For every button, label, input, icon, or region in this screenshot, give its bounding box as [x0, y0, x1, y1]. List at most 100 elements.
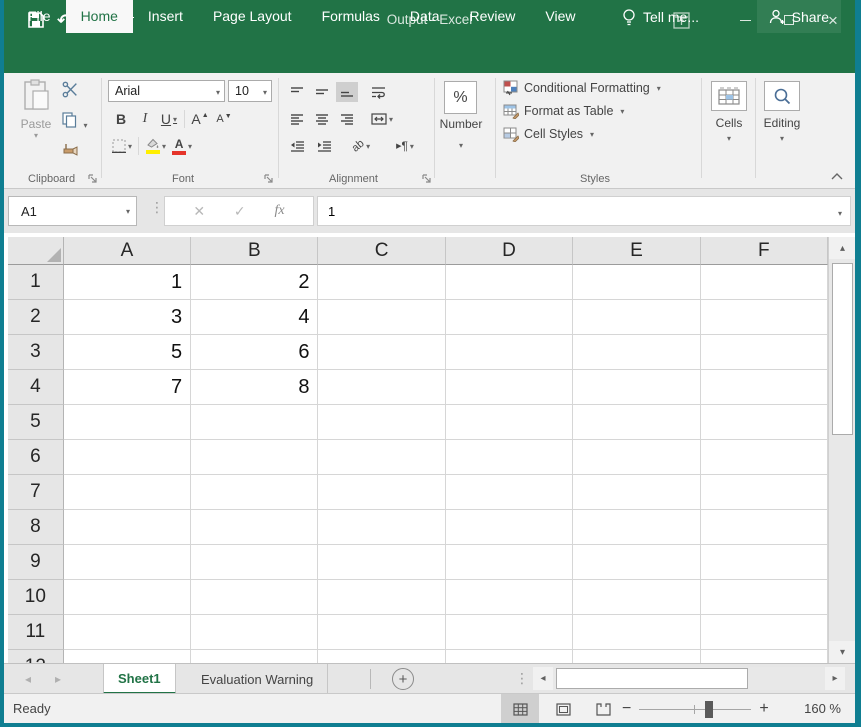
orientation-button[interactable]: ab [344, 136, 378, 156]
cell-E9[interactable] [573, 545, 700, 580]
cell-B3[interactable]: 6 [191, 335, 318, 370]
expand-formula-bar-button[interactable]: ▾ [838, 209, 842, 218]
cell-styles-button[interactable]: Cell Styles [503, 126, 661, 142]
percent-style-button[interactable]: % [444, 81, 477, 114]
font-size-combo[interactable]: 10 [228, 80, 272, 102]
cell-E12[interactable] [573, 650, 700, 663]
cell-F11[interactable] [701, 615, 828, 650]
column-header-E[interactable]: E [573, 237, 700, 265]
cell-D12[interactable] [446, 650, 573, 663]
italic-button[interactable]: I [136, 109, 154, 129]
decrease-indent-button[interactable] [286, 136, 308, 156]
tab-insert[interactable]: Insert [133, 0, 198, 33]
cell-A5[interactable] [64, 405, 191, 440]
tab-formulas[interactable]: Formulas [307, 0, 395, 33]
cell-C10[interactable] [318, 580, 445, 615]
scroll-right-button[interactable]: ▸ [825, 667, 845, 690]
page-break-preview-button[interactable] [587, 694, 619, 723]
cell-E5[interactable] [573, 405, 700, 440]
cell-E7[interactable] [573, 475, 700, 510]
cell-C9[interactable] [318, 545, 445, 580]
alignment-dialog-launcher[interactable] [422, 174, 432, 184]
cell-D7[interactable] [446, 475, 573, 510]
enter-button[interactable]: ✓ [234, 203, 246, 220]
row-header-6[interactable]: 6 [8, 440, 64, 475]
column-header-A[interactable]: A [64, 237, 191, 265]
cell-C12[interactable] [318, 650, 445, 663]
cell-A6[interactable] [64, 440, 191, 475]
cell-F3[interactable] [701, 335, 828, 370]
cell-E2[interactable] [573, 300, 700, 335]
cell-A1[interactable]: 1 [64, 265, 191, 300]
cell-B6[interactable] [191, 440, 318, 475]
bold-button[interactable]: B [112, 109, 130, 129]
cell-D4[interactable] [446, 370, 573, 405]
cell-D8[interactable] [446, 510, 573, 545]
cell-F1[interactable] [701, 265, 828, 300]
font-dialog-launcher[interactable] [264, 174, 274, 184]
row-header-10[interactable]: 10 [8, 580, 64, 615]
grip-dots[interactable]: ⋮ [150, 199, 162, 216]
cell-C5[interactable] [318, 405, 445, 440]
cell-E1[interactable] [573, 265, 700, 300]
copy-button[interactable] [62, 112, 87, 133]
row-header-12[interactable]: 12 [8, 650, 64, 663]
insert-function-button[interactable]: fx [274, 203, 284, 219]
tab-data[interactable]: Data [395, 0, 455, 33]
align-center-button[interactable] [311, 109, 333, 129]
cell-D6[interactable] [446, 440, 573, 475]
collapse-ribbon-button[interactable] [831, 172, 843, 180]
cell-D11[interactable] [446, 615, 573, 650]
name-box[interactable]: A1 ▾ [8, 196, 137, 226]
fill-color-button[interactable] [145, 136, 166, 156]
row-header-1[interactable]: 1 [8, 265, 64, 300]
cell-B10[interactable] [191, 580, 318, 615]
cell-F5[interactable] [701, 405, 828, 440]
paste-button[interactable]: Paste ▾ [14, 79, 58, 175]
scroll-up-button[interactable]: ▴ [829, 237, 855, 259]
zoom-level[interactable]: 160 % [804, 694, 841, 723]
new-sheet-button[interactable] [392, 668, 414, 690]
wrap-text-button[interactable] [367, 82, 389, 102]
cell-A2[interactable]: 3 [64, 300, 191, 335]
scroll-left-button[interactable]: ◂ [533, 667, 553, 690]
cell-E3[interactable] [573, 335, 700, 370]
cell-F2[interactable] [701, 300, 828, 335]
cut-button[interactable] [62, 81, 87, 103]
cell-B8[interactable] [191, 510, 318, 545]
increase-indent-button[interactable] [313, 136, 335, 156]
tab-file[interactable]: File [13, 0, 66, 33]
cell-B2[interactable]: 4 [191, 300, 318, 335]
vertical-scrollbar[interactable]: ▴ ▾ [828, 237, 855, 663]
cell-E6[interactable] [573, 440, 700, 475]
row-header-8[interactable]: 8 [8, 510, 64, 545]
row-header-11[interactable]: 11 [8, 615, 64, 650]
column-header-C[interactable]: C [318, 237, 445, 265]
cell-F7[interactable] [701, 475, 828, 510]
cell-F12[interactable] [701, 650, 828, 663]
cell-A11[interactable] [64, 615, 191, 650]
cell-B12[interactable] [191, 650, 318, 663]
middle-align-button[interactable] [311, 82, 333, 102]
row-header-4[interactable]: 4 [8, 370, 64, 405]
align-left-button[interactable] [286, 109, 308, 129]
horizontal-scroll-thumb[interactable] [556, 668, 748, 689]
cell-C7[interactable] [318, 475, 445, 510]
cell-C3[interactable] [318, 335, 445, 370]
bottom-align-button[interactable] [336, 82, 358, 102]
sheet-tab-sheet1[interactable]: Sheet1 [103, 664, 176, 694]
zoom-in-button[interactable]: + [759, 700, 768, 718]
cell-E10[interactable] [573, 580, 700, 615]
scroll-down-button[interactable]: ▾ [829, 641, 855, 663]
cancel-button[interactable]: ✕ [193, 203, 205, 220]
row-header-5[interactable]: 5 [8, 405, 64, 440]
format-painter-button[interactable] [62, 142, 87, 163]
horizontal-scrollbar[interactable]: ◂ ▸ [533, 667, 845, 690]
align-right-button[interactable] [336, 109, 358, 129]
cell-D5[interactable] [446, 405, 573, 440]
formula-input[interactable]: 1 ▾ [317, 196, 851, 226]
tab-view[interactable]: View [530, 0, 590, 33]
grip-dots[interactable]: ⋮ [515, 670, 527, 687]
zoom-slider-track[interactable] [639, 709, 751, 710]
sheet-tab-evaluation-warning[interactable]: Evaluation Warning [187, 664, 328, 694]
